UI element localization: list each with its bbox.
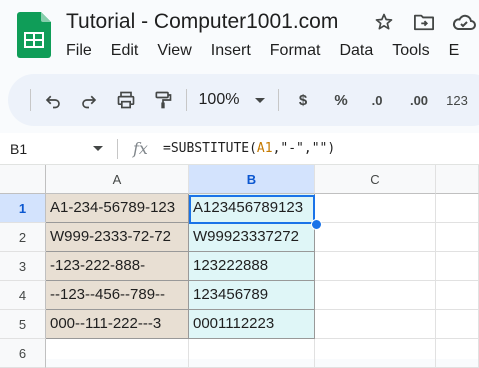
menu-file[interactable]: File	[66, 40, 92, 62]
menu-format[interactable]: Format	[270, 40, 321, 62]
currency-format-button[interactable]: $	[292, 87, 314, 113]
number-format-button[interactable]: 123	[441, 87, 473, 113]
move-to-folder-icon[interactable]	[412, 10, 436, 34]
menu-data[interactable]: Data	[339, 40, 373, 62]
row-header-5[interactable]: 5	[0, 310, 46, 339]
row-header-1[interactable]: 1	[0, 194, 46, 223]
fill-handle[interactable]	[311, 219, 322, 230]
cell-a1[interactable]: A1-234-56789-123	[46, 194, 189, 223]
menu-extensions[interactable]: E	[449, 40, 460, 62]
print-icon[interactable]	[113, 87, 139, 113]
cell-c4[interactable]	[315, 281, 436, 310]
spreadsheet-grid: A B C 1 A1-234-56789-123 A123456789123 2…	[0, 165, 479, 368]
row-header-4[interactable]: 4	[0, 281, 46, 310]
cell-b2[interactable]: W99923337272	[189, 223, 315, 252]
formula-input[interactable]: =SUBSTITUTE(A1,"-","")	[163, 140, 335, 158]
cell-c6[interactable]	[315, 339, 436, 368]
cell-b6[interactable]	[189, 339, 315, 368]
row-header-3[interactable]: 3	[0, 252, 46, 281]
cell-c3[interactable]	[315, 252, 436, 281]
cloud-status-icon[interactable]	[452, 10, 476, 34]
cell-d4[interactable]	[436, 281, 479, 310]
redo-icon[interactable]	[76, 87, 102, 113]
cell-a5[interactable]: 000--111-222---3	[46, 310, 189, 339]
select-all-corner[interactable]	[0, 165, 46, 194]
zoom-dropdown-icon[interactable]	[255, 98, 265, 103]
menu-bar: File Edit View Insert Format Data Tools …	[66, 40, 478, 62]
menu-insert[interactable]: Insert	[211, 40, 251, 62]
cell-b4[interactable]: 123456789	[189, 281, 315, 310]
toolbar-divider	[30, 89, 31, 111]
cell-c1[interactable]	[315, 194, 436, 223]
name-box[interactable]: B1	[10, 140, 27, 158]
cell-c2[interactable]	[315, 223, 436, 252]
increase-decimal-button[interactable]: .00	[404, 87, 434, 113]
cell-d5[interactable]	[436, 310, 479, 339]
sheets-logo[interactable]	[17, 12, 51, 58]
toolbar-divider	[186, 89, 187, 111]
cell-c5[interactable]	[315, 310, 436, 339]
column-header-c[interactable]: C	[315, 165, 436, 194]
menu-edit[interactable]: Edit	[111, 40, 139, 62]
cell-d6[interactable]	[436, 339, 479, 368]
cell-a4[interactable]: --123--456--789--	[46, 281, 189, 310]
cell-d3[interactable]	[436, 252, 479, 281]
column-header-b[interactable]: B	[189, 165, 315, 194]
formula-cell-reference: A1	[256, 141, 273, 156]
active-cell-selection	[189, 195, 315, 224]
paint-format-icon[interactable]	[150, 87, 176, 113]
decrease-decimal-button[interactable]: .0	[365, 87, 389, 113]
row-header-6[interactable]: 6	[0, 339, 46, 368]
formula-prefix: =SUBSTITUTE(	[163, 141, 257, 156]
cell-d2[interactable]	[436, 223, 479, 252]
fx-icon: fx	[133, 139, 148, 158]
cell-b5[interactable]: 0001112223	[189, 310, 315, 339]
star-icon[interactable]	[372, 10, 396, 34]
toolbar-divider	[278, 89, 279, 111]
document-title[interactable]: Tutorial - Computer1001.com	[66, 6, 338, 38]
toolbar: 100% $ % .0 .00 123	[8, 74, 479, 126]
column-header-a[interactable]: A	[46, 165, 189, 194]
cell-a3[interactable]: -123-222-888-	[46, 252, 189, 281]
cell-d1[interactable]	[436, 194, 479, 223]
cell-a6[interactable]	[46, 339, 189, 368]
cell-b3[interactable]: 123222888	[189, 252, 315, 281]
formula-bar-divider	[117, 139, 118, 159]
cell-a2[interactable]: W999-2333-72-72	[46, 223, 189, 252]
name-box-dropdown-icon[interactable]	[93, 146, 103, 151]
zoom-select[interactable]: 100%	[194, 87, 244, 113]
percent-format-button[interactable]: %	[329, 87, 353, 113]
undo-icon[interactable]	[40, 87, 66, 113]
formula-suffix: ,"-","")	[272, 141, 336, 156]
menu-tools[interactable]: Tools	[392, 40, 429, 62]
menu-view[interactable]: View	[157, 40, 191, 62]
column-header-d[interactable]	[436, 165, 479, 194]
formula-bar: B1 fx =SUBSTITUTE(A1,"-","")	[0, 133, 479, 165]
row-header-2[interactable]: 2	[0, 223, 46, 252]
